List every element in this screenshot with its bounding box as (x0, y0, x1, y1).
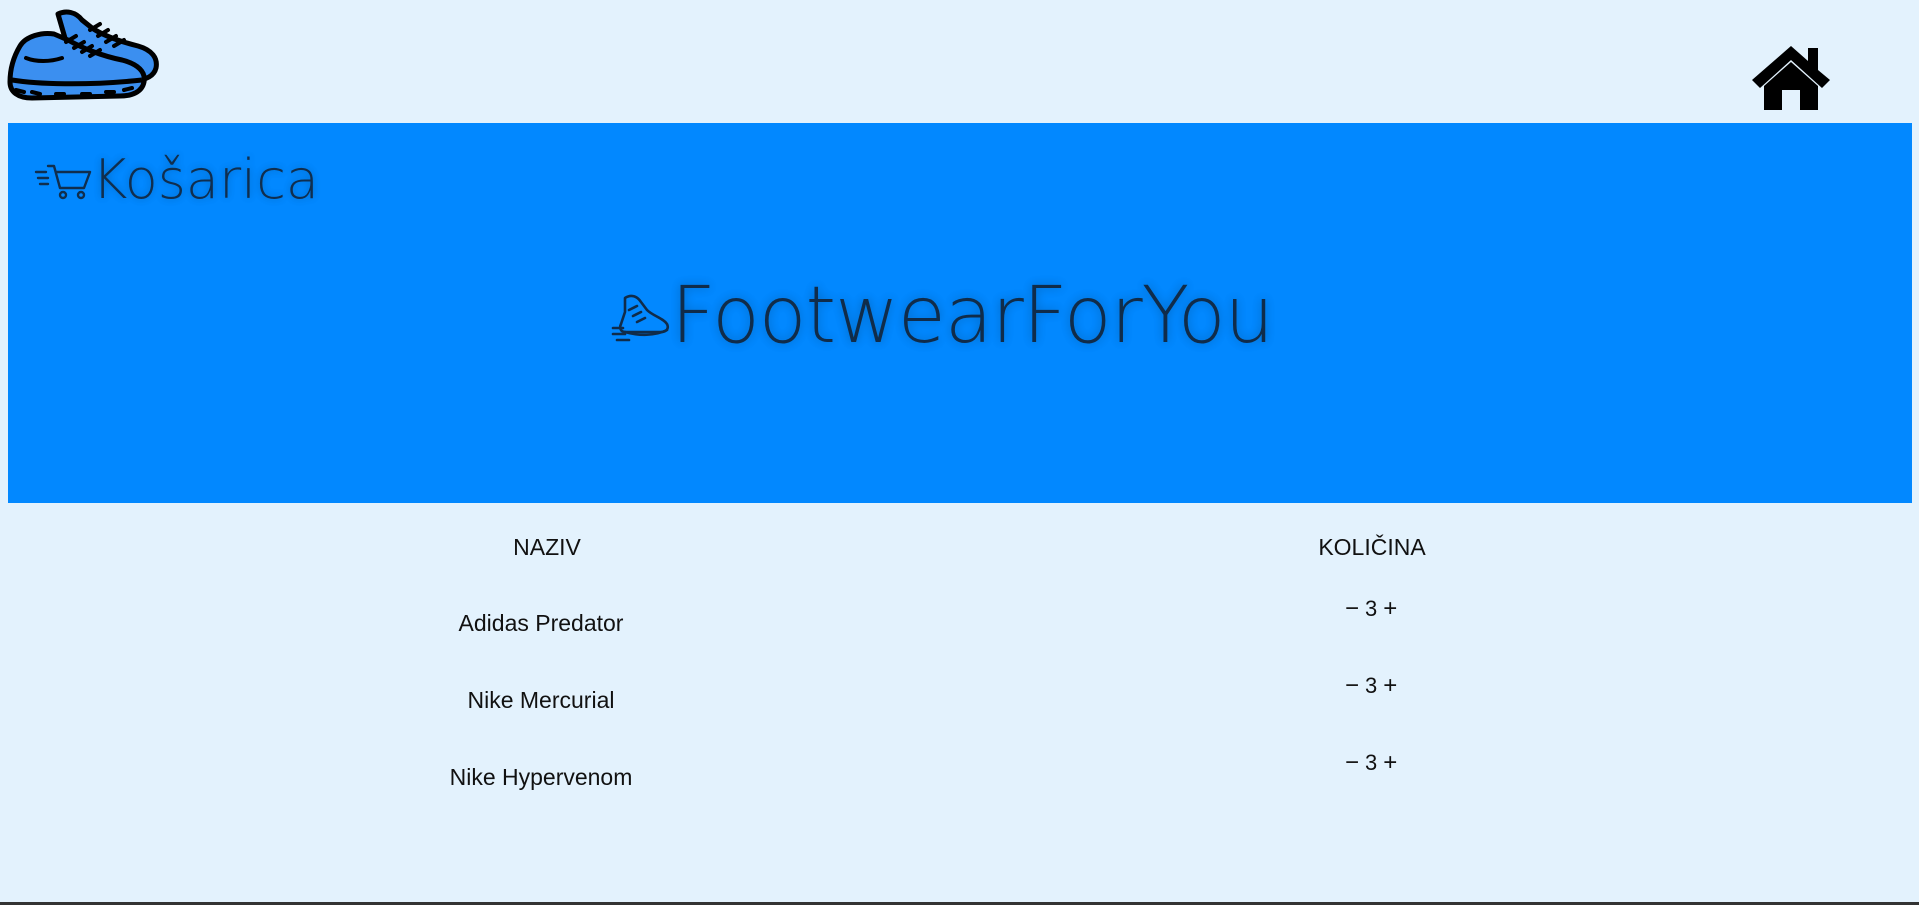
sneakers-logo-icon (7, 9, 159, 101)
increase-button[interactable]: + (1381, 751, 1399, 775)
decrease-button[interactable]: − (1343, 674, 1361, 698)
fast-cart-icon (34, 164, 92, 200)
top-bar (0, 0, 1919, 122)
quantity-value: 3 (1365, 596, 1378, 621)
home-icon[interactable] (1748, 42, 1834, 112)
quantity-value: 3 (1365, 750, 1378, 775)
quantity-stepper: − 3 + (1343, 673, 1399, 699)
table-row-name: Nike Mercurial (467, 687, 615, 713)
hero-banner: Košarica FootwearForYou (8, 123, 1912, 503)
increase-button[interactable]: + (1381, 674, 1399, 698)
table-row-name: Adidas Predator (458, 610, 624, 636)
brand-title-text: FootwearForYou (671, 271, 1274, 361)
cart-heading: Košarica (34, 149, 319, 211)
column-header-quantity: KOLIČINA (1318, 534, 1426, 560)
brand-title: FootwearForYou (611, 271, 1274, 361)
quantity-stepper: − 3 + (1343, 750, 1399, 776)
column-header-name: NAZIV (513, 534, 581, 560)
table-row-name: Nike Hypervenom (449, 764, 633, 790)
quantity-value: 3 (1365, 673, 1378, 698)
decrease-button[interactable]: − (1343, 597, 1361, 621)
decrease-button[interactable]: − (1343, 751, 1361, 775)
increase-button[interactable]: + (1381, 597, 1399, 621)
quantity-stepper: − 3 + (1343, 596, 1399, 622)
running-shoe-icon (611, 294, 670, 342)
cart-title-text: Košarica (92, 148, 319, 211)
